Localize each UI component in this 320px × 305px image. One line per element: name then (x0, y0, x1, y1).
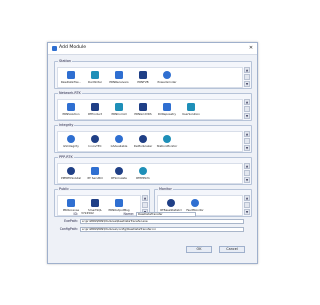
scroll-up-icon[interactable]: ▲ (244, 163, 250, 169)
exe-path-row: ExePath: e:\prnPRN\PRN\Modules\RawDataTr… (48, 219, 248, 224)
user-solution-icon (187, 103, 195, 111)
module-icon (52, 46, 57, 51)
module-item[interactable]: PRNGridVRS (132, 103, 154, 120)
server-icon (91, 167, 99, 175)
group-title: Network-RTK (58, 91, 82, 95)
exe-path-label: ExePath: (64, 219, 78, 223)
info-icon (139, 167, 147, 175)
scroll-up-icon[interactable]: ▲ (244, 99, 250, 105)
module-item[interactable]: RawDataTrai... (60, 71, 82, 88)
scroll-down-icon[interactable]: ▼ (244, 113, 250, 119)
module-item[interactable]: UserSolution (180, 103, 202, 120)
module-item[interactable]: DXReposetry (156, 103, 178, 120)
monitor-icon (163, 135, 171, 143)
module-item[interactable]: PowerGrinder (156, 71, 178, 88)
scroll-up-icon[interactable]: ▲ (244, 131, 250, 137)
module-list: PRNSolution RTProduct PRNCorrAll PRNGrid… (57, 99, 243, 120)
add-module-dialog: Add Module ✕ Station RawDataTrai... RunW… (47, 42, 258, 264)
group-network-rtk: Network-RTK PRNSolution RTProduct PRNCor… (54, 91, 252, 121)
group-title: Monitor (158, 187, 173, 191)
module-item[interactable]: PRNSolution (60, 103, 82, 120)
available-icon (115, 135, 123, 143)
id-label: ID: (73, 212, 78, 216)
group-integrity: Integrity GSIntegrity InnovTEC GSAvailab… (54, 123, 252, 153)
statistics-icon (167, 199, 175, 207)
module-item[interactable]: GSIntegrity (60, 135, 82, 152)
config-path-row: ConfigPath: e:\prnPRN\PRN\Modules\config… (48, 227, 248, 232)
module-item[interactable]: PPPRTKSolutal (60, 167, 82, 184)
module-item[interactable]: GSAvailable (108, 135, 130, 152)
scroll-down-icon[interactable]: ▼ (244, 145, 250, 151)
scroll-down-icon[interactable]: ▼ (244, 81, 250, 87)
ok-button[interactable]: OK (186, 246, 212, 253)
sql-icon (91, 199, 99, 207)
correction-icon (115, 103, 123, 111)
scroll-thumb[interactable] (244, 170, 250, 176)
window-title: Add Module (59, 45, 87, 50)
module-list: RawDataTrai... RunWriter PRNReceivers PR… (57, 67, 243, 88)
simulate-icon (115, 167, 123, 175)
scroll-thumb[interactable] (244, 106, 250, 112)
group-title: Integrity (58, 123, 75, 127)
name-label: Name: (123, 212, 134, 216)
group-title: Station (58, 59, 73, 63)
scroll-thumb[interactable] (244, 138, 250, 144)
grinder-icon (163, 71, 171, 79)
demodulator-icon (139, 135, 147, 143)
receiver-icon (115, 71, 123, 79)
solution-icon (67, 103, 75, 111)
module-item[interactable]: RTSimulate (108, 167, 130, 184)
scroll-down-icon[interactable]: ▼ (244, 177, 250, 183)
module-item[interactable]: PRNCorrAll (108, 103, 130, 120)
module-item[interactable]: InnovTEC (84, 135, 106, 152)
scrollbar[interactable]: ▲▼ (244, 163, 250, 184)
module-item[interactable]: PRNFVB (132, 71, 154, 88)
fvb-icon (139, 71, 147, 79)
title-bar: Add Module ✕ (48, 43, 257, 55)
fault-icon (191, 199, 199, 207)
writer-icon (91, 71, 99, 79)
ppp-solution-icon (67, 167, 75, 175)
module-item[interactable]: RTProduct (84, 103, 106, 120)
output-icon (115, 199, 123, 207)
group-title: PPP-RTK (58, 155, 74, 159)
scroll-thumb[interactable] (244, 202, 250, 208)
module-item[interactable]: RT ServBld (84, 167, 106, 184)
tec-icon (91, 135, 99, 143)
module-item[interactable]: RunWriter (84, 71, 106, 88)
group-ppp-rtk: PPP-RTK PPPRTKSolutal RT ServBld RTSimul… (54, 155, 252, 185)
scrollbar[interactable]: ▲▼ (244, 67, 250, 88)
repository-icon (163, 103, 171, 111)
scroll-thumb[interactable] (244, 74, 250, 80)
scrollbar[interactable]: ▲▼ (244, 99, 250, 120)
config-path-field[interactable]: e:\prnPRN\PRN\Modules\config\RawDataTran… (80, 227, 244, 232)
scroll-up-icon[interactable]: ▲ (142, 195, 148, 201)
name-field[interactable]: RawDataTransfer (136, 212, 196, 217)
scroll-up-icon[interactable]: ▲ (244, 195, 250, 201)
group-station: Station RawDataTrai... RunWriter PRNRece… (54, 59, 252, 89)
exe-path-field[interactable]: e:\prnPRN\PRN\Modules\RawDataTransfer.ex… (80, 219, 244, 224)
dataset-icon (67, 71, 75, 79)
config-path-label: ConfigPath: (59, 227, 78, 231)
license-icon (67, 199, 75, 207)
module-list: PPPRTKSolutal RT ServBld RTSimulate RTPP… (57, 163, 243, 184)
integrity-icon (67, 135, 75, 143)
module-item[interactable]: StationMonitor (156, 135, 178, 152)
scrollbar[interactable]: ▲▼ (244, 131, 250, 152)
close-icon[interactable]: ✕ (248, 45, 254, 51)
scroll-up-icon[interactable]: ▲ (244, 67, 250, 73)
cancel-button[interactable]: Cancel (219, 246, 245, 253)
id-row: ID: 3724562 Name: RawDataTransfer (48, 212, 248, 217)
grid-icon (139, 103, 147, 111)
module-item[interactable]: RTPPPInfo (132, 167, 154, 184)
module-list: GSIntegrity InnovTEC GSAvailable DeModul… (57, 131, 243, 152)
module-item[interactable]: DeModulaker (132, 135, 154, 152)
product-icon (91, 103, 99, 111)
group-title: Public (58, 187, 71, 191)
module-item[interactable]: PRNReceivers (108, 71, 130, 88)
scroll-thumb[interactable] (142, 202, 148, 208)
